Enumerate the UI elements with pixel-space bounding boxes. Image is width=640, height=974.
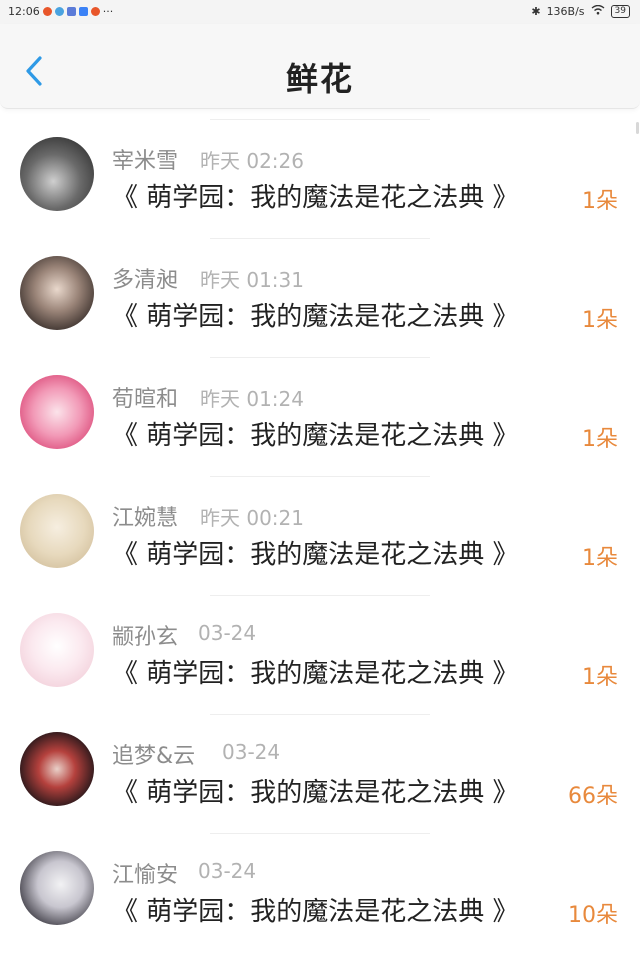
book-title[interactable]: 《 萌学园：我的魔法是花之法典 》 [112,653,519,690]
divider [210,714,430,715]
weibo-icon [42,7,52,16]
divider [210,357,430,358]
more-notifications: ··· [102,5,114,18]
user-name[interactable]: 江愉安 [112,857,178,889]
bluetooth-icon: ✱ [531,5,541,18]
cloud-icon [54,7,64,16]
flower-count: 1朵 [582,308,618,333]
timestamp: 03-24 [198,621,257,645]
weibo-icon [90,7,100,16]
timestamp: 昨天 01:31 [200,268,304,292]
avatar[interactable] [20,375,94,449]
book-title[interactable]: 《 萌学园：我的魔法是花之法典 》 [112,534,519,571]
divider [210,833,430,834]
flower-list: 宰米雪 昨天 02:26 《 萌学园：我的魔法是花之法典 》 1朵 多清昶 昨天… [0,119,640,952]
battery-indicator: 39 [610,5,630,18]
status-right: ✱ 136B/s 39 [531,4,630,18]
book-title[interactable]: 《 萌学园：我的魔法是花之法典 》 [112,415,519,452]
avatar[interactable] [20,732,94,806]
timestamp: 昨天 02:26 [200,149,304,173]
divider [210,595,430,596]
flower-count: 1朵 [582,546,618,571]
app-icon [66,7,76,16]
list-item[interactable]: 多清昶 昨天 01:31 《 萌学园：我的魔法是花之法典 》 1朵 [0,238,640,357]
timestamp: 03-24 [198,859,257,883]
book-title[interactable]: 《 萌学园：我的魔法是花之法典 》 [112,177,519,214]
flower-count: 1朵 [582,427,618,452]
avatar[interactable] [20,137,94,211]
status-time: 12:06 [8,5,40,18]
user-name[interactable]: 荀暄和 [112,381,178,413]
list-item[interactable]: 颛孙玄 03-24 《 萌学园：我的魔法是花之法典 》 1朵 [0,595,640,714]
list-item[interactable]: 江愉安 03-24 《 萌学园：我的魔法是花之法典 》 10朵 [0,833,640,952]
divider [210,476,430,477]
timestamp: 03-24 [222,740,281,764]
divider [210,238,430,239]
user-name[interactable]: 颛孙玄 [112,619,178,651]
network-speed: 136B/s [546,5,585,18]
message-icon [78,7,88,16]
avatar[interactable] [20,256,94,330]
list-item[interactable]: 江婉慧 昨天 00:21 《 萌学园：我的魔法是花之法典 》 1朵 [0,476,640,595]
scrollbar[interactable] [636,122,639,134]
user-name[interactable]: 江婉慧 [112,500,178,532]
status-bar: 12:06 ··· ✱ 136B/s 39 [0,0,640,24]
timestamp: 昨天 00:21 [200,506,304,530]
flower-count: 66朵 [568,784,618,809]
book-title[interactable]: 《 萌学园：我的魔法是花之法典 》 [112,891,519,928]
flower-count: 10朵 [568,903,618,928]
flower-count: 1朵 [582,189,618,214]
book-title[interactable]: 《 萌学园：我的魔法是花之法典 》 [112,772,519,809]
list-item[interactable]: 宰米雪 昨天 02:26 《 萌学园：我的魔法是花之法典 》 1朵 [0,119,640,238]
header: 鲜花 [0,24,640,109]
avatar[interactable] [20,613,94,687]
avatar[interactable] [20,851,94,925]
avatar[interactable] [20,494,94,568]
user-name[interactable]: 宰米雪 [112,143,178,175]
book-title[interactable]: 《 萌学园：我的魔法是花之法典 》 [112,296,519,333]
status-left: 12:06 ··· [8,5,113,18]
user-name[interactable]: 多清昶 [112,262,178,294]
timestamp: 昨天 01:24 [200,387,304,411]
flower-count: 1朵 [582,665,618,690]
list-item[interactable]: 荀暄和 昨天 01:24 《 萌学园：我的魔法是花之法典 》 1朵 [0,357,640,476]
list-item[interactable]: 追梦&云 03-24 《 萌学园：我的魔法是花之法典 》 66朵 [0,714,640,833]
wifi-icon [591,4,605,18]
page-title: 鲜花 [285,60,354,98]
divider [210,119,430,120]
user-name[interactable]: 追梦&云 [112,738,195,770]
